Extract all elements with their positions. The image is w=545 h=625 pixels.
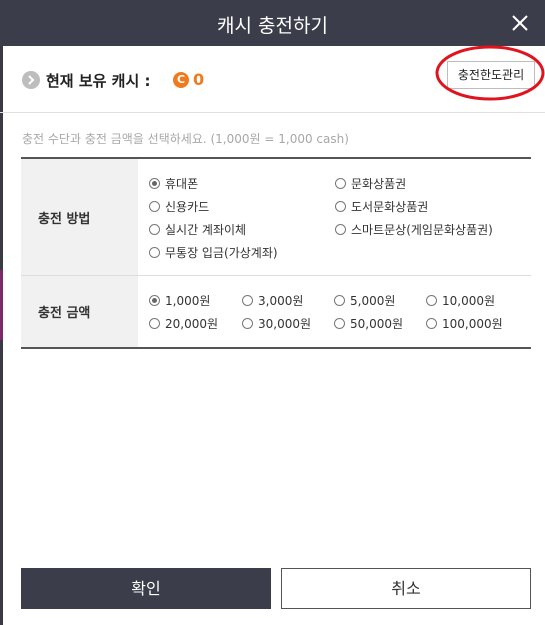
radio-icon[interactable] [149,224,160,235]
amount-option-label: 1,000원 [165,294,211,308]
amount-option-1000[interactable]: 1,000원 [149,292,210,309]
cash-coin-icon: C [173,72,189,88]
amount-option-label: 20,000원 [165,317,219,331]
payment-method-row: 충전 방법 휴대폰 문화상품권 신용카드 도서문화상품권 실시간 계좌이체 스마… [21,159,531,276]
charge-amount-header: 충전 금액 [21,276,138,347]
amount-option-label: 30,000원 [258,317,312,331]
method-option-label: 휴대폰 [165,177,199,191]
method-option-phone[interactable]: 휴대폰 [149,175,198,192]
radio-icon[interactable] [242,318,253,329]
current-cash-label: 현재 보유 캐시 : [46,72,151,90]
method-option-label: 무통장 입금(가상계좌) [165,246,278,260]
charge-amount-row: 충전 금액 1,000원 3,000원 5,000원 10,000원 20,00… [21,276,531,347]
amount-option-5000[interactable]: 5,000원 [334,292,395,309]
method-option-label: 실시간 계좌이체 [165,223,247,237]
charge-form-table: 충전 방법 휴대폰 문화상품권 신용카드 도서문화상품권 실시간 계좌이체 스마… [21,157,531,349]
radio-icon[interactable] [335,178,346,189]
method-option-book-voucher[interactable]: 도서문화상품권 [335,198,428,215]
close-icon[interactable] [509,12,531,34]
instruction-text: 충전 수단과 충전 금액을 선택하세요. (1,000원 = 1,000 cas… [22,132,349,146]
radio-icon[interactable] [335,224,346,235]
radio-icon[interactable] [149,295,160,306]
amount-option-10000[interactable]: 10,000원 [426,292,495,309]
amount-option-label: 10,000원 [442,294,496,308]
radio-icon[interactable] [149,247,160,258]
amount-option-label: 100,000원 [442,317,503,331]
amount-option-label: 3,000원 [258,294,304,308]
radio-icon[interactable] [149,318,160,329]
dialog-titlebar: 캐시 충전하기 [0,0,545,46]
amount-option-label: 5,000원 [350,294,396,308]
chevron-right-icon [22,71,40,89]
dialog-title: 캐시 충전하기 [217,15,328,37]
method-option-label: 스마트문상(게임문화상품권) [351,223,493,237]
method-option-credit-card[interactable]: 신용카드 [149,198,209,215]
cancel-button[interactable]: 취소 [281,568,531,609]
method-option-label: 도서문화상품권 [351,200,429,214]
method-option-label: 신용카드 [165,200,210,214]
payment-method-header: 충전 방법 [21,159,138,275]
method-option-bank-transfer[interactable]: 실시간 계좌이체 [149,221,246,238]
amount-option-50000[interactable]: 50,000원 [334,315,403,332]
radio-icon[interactable] [334,295,345,306]
radio-icon[interactable] [334,318,345,329]
current-cash-amount: 0 [193,70,205,89]
confirm-button[interactable]: 확인 [21,568,271,609]
amount-option-20000[interactable]: 20,000원 [149,315,218,332]
method-option-virtual-account[interactable]: 무통장 입금(가상계좌) [149,244,278,261]
section-divider [0,112,545,113]
radio-icon[interactable] [149,178,160,189]
radio-icon[interactable] [426,318,437,329]
method-option-culture-voucher[interactable]: 문화상품권 [335,175,406,192]
radio-icon[interactable] [426,295,437,306]
amount-option-30000[interactable]: 30,000원 [242,315,311,332]
radio-icon[interactable] [242,295,253,306]
amount-option-3000[interactable]: 3,000원 [242,292,303,309]
charge-limit-button[interactable]: 충전한도관리 [447,61,535,89]
radio-icon[interactable] [335,201,346,212]
method-option-smart-voucher[interactable]: 스마트문상(게임문화상품권) [335,221,493,238]
radio-icon[interactable] [149,201,160,212]
method-option-label: 문화상품권 [351,177,407,191]
background-window-edge [0,0,3,625]
amount-option-label: 50,000원 [350,317,404,331]
amount-option-100000[interactable]: 100,000원 [426,315,503,332]
